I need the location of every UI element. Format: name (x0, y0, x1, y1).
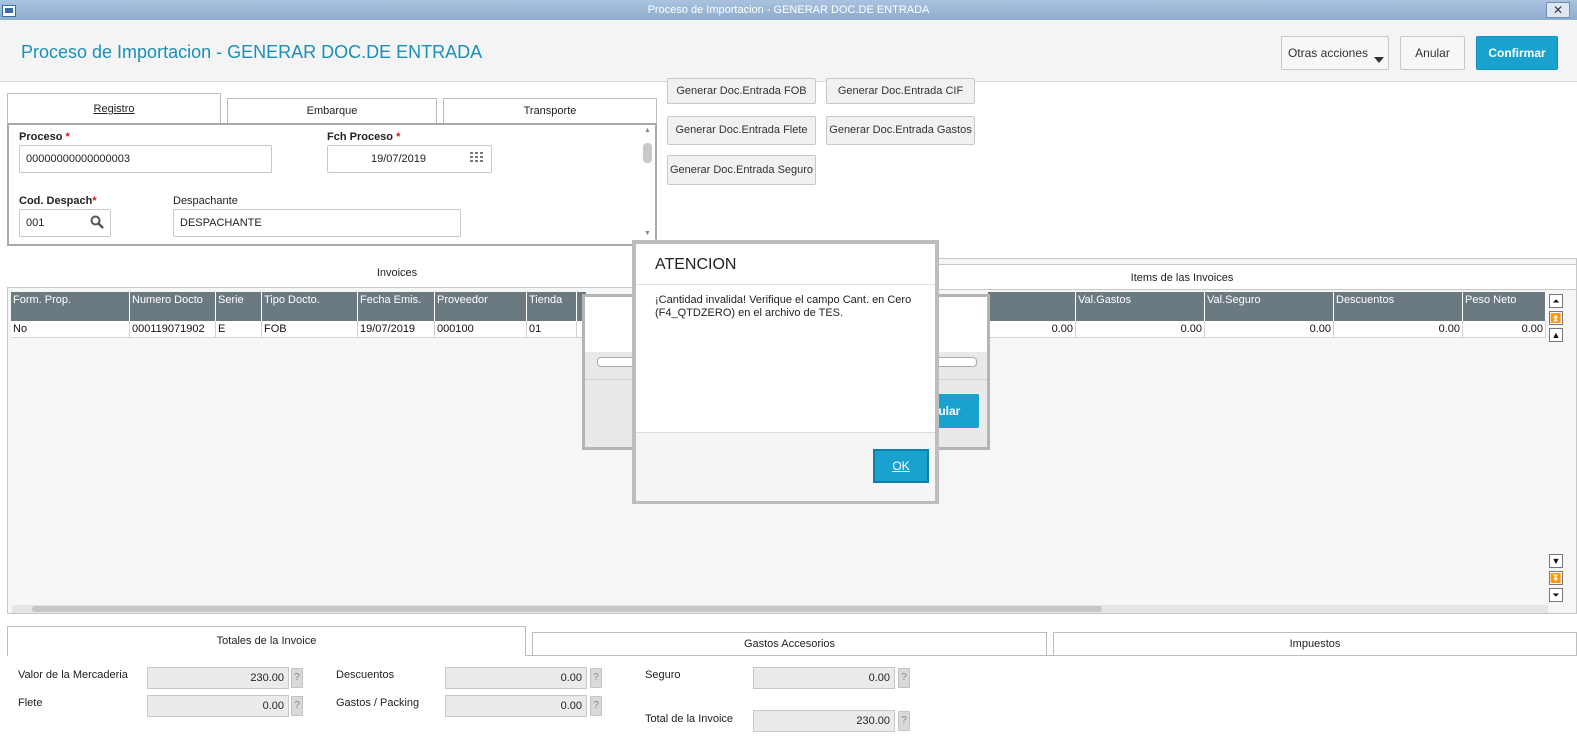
col-proveedor[interactable]: Proveedor (435, 292, 527, 322)
confirm-button[interactable]: Confirmar (1476, 36, 1558, 70)
tab-gastos-accesorios[interactable]: Gastos Accesorios (532, 632, 1047, 656)
col-tipo-docto[interactable]: Tipo Docto. (262, 292, 358, 322)
seguro-label: Seguro (645, 669, 681, 681)
col-serie[interactable]: Serie (216, 292, 262, 322)
cell-peso-neto: 0.00 (1463, 321, 1546, 337)
fch-proceso-field[interactable]: 19/07/2019 (327, 145, 492, 173)
window-titlebar: Proceso de Importacion - GENERAR DOC.DE … (0, 0, 1577, 20)
scroll-up-icon[interactable]: ▲ (1549, 328, 1563, 342)
cell-descuentos: 0.00 (1334, 321, 1463, 337)
col-peso-neto[interactable]: Peso Neto (1463, 292, 1546, 322)
col-descuentos[interactable]: Descuentos (1334, 292, 1463, 322)
app-icon (2, 5, 16, 17)
col-tienda[interactable]: Tienda (527, 292, 577, 322)
descuentos-field[interactable]: 0.00 (445, 667, 587, 689)
valor-mercaderia-label: Valor de la Mercaderia (18, 669, 128, 681)
help-icon[interactable]: ? (590, 696, 602, 716)
scroll-down-icon[interactable]: ▼ (1549, 554, 1563, 568)
generate-seguro-button[interactable]: Generar Doc.Entrada Seguro (667, 155, 816, 185)
help-icon[interactable]: ? (590, 668, 602, 688)
items-grid-header: Val.Gastos Val.Seguro Descuentos Peso Ne… (988, 292, 1546, 322)
search-icon[interactable] (90, 215, 104, 229)
tab-transporte-label: Transporte (523, 105, 577, 117)
despachante-field[interactable]: DESPACHANTE (173, 209, 461, 237)
help-icon[interactable]: ? (291, 696, 303, 716)
col-val-gastos[interactable]: Val.Gastos (1076, 292, 1205, 322)
scroll-page-up-icon[interactable]: ⏫ (1549, 311, 1563, 325)
page-title: Proceso de Importacion - GENERAR DOC.DE … (21, 42, 483, 62)
dialog-title: ATENCION (655, 256, 737, 273)
tab-transporte[interactable]: Transporte (443, 98, 657, 124)
cell-value: 0.00 (988, 321, 1076, 337)
close-icon[interactable]: ✕ (1546, 2, 1570, 18)
tab-registro[interactable]: Registro (7, 93, 221, 125)
help-icon[interactable]: ? (898, 668, 910, 688)
invoices-grid-header: Form. Prop. Numero Docto Serie Tipo Doct… (11, 292, 586, 322)
help-icon[interactable]: ? (291, 668, 303, 688)
horizontal-scrollbar[interactable] (12, 605, 1548, 613)
cancel-button[interactable]: Anular (1400, 36, 1465, 70)
ok-button[interactable]: OK (873, 449, 929, 483)
total-invoice-field[interactable]: 230.00 (753, 710, 895, 732)
flete-field[interactable]: 0.00 (147, 695, 289, 717)
scroll-page-down-icon[interactable]: ⏬ (1549, 571, 1563, 585)
total-invoice-label: Total de la Invoice (645, 713, 734, 725)
help-icon[interactable]: ? (898, 711, 910, 731)
scroll-top-icon[interactable]: ⏶ (1549, 294, 1563, 308)
tab-embarque-label: Embarque (306, 105, 358, 117)
cell-numero-docto: 000119071902 (130, 321, 216, 337)
table-row[interactable]: No 000119071902 E FOB 19/07/2019 000100 … (11, 321, 586, 338)
generate-fob-button[interactable]: Generar Doc.Entrada FOB (667, 78, 816, 104)
col-val-seguro[interactable]: Val.Seguro (1205, 292, 1334, 322)
chevron-down-icon (1374, 57, 1384, 63)
cod-despach-label: Cod. Despach* (19, 195, 97, 207)
generate-gastos-button[interactable]: Generar Doc.Entrada Gastos (826, 116, 975, 145)
panel-scrollbar[interactable]: ▲ ▼ (642, 127, 653, 240)
generate-flete-button[interactable]: Generar Doc.Entrada Flete (667, 116, 816, 145)
cell-fecha-emis: 19/07/2019 (358, 321, 435, 337)
fch-proceso-label: Fch Proceso * (327, 131, 401, 143)
cell-serie: E (216, 321, 262, 337)
other-actions-button[interactable]: Otras acciones (1281, 36, 1389, 70)
cell-val-gastos: 0.00 (1076, 321, 1205, 337)
descuentos-label: Descuentos (336, 669, 395, 681)
tab-divider (526, 655, 1577, 656)
proceso-field[interactable]: 00000000000000003 (19, 145, 272, 173)
tab-impuestos[interactable]: Impuestos (1053, 632, 1577, 656)
cell-form-prop: No (11, 321, 130, 337)
table-row[interactable]: 0.00 0.00 0.00 0.00 0.00 (988, 321, 1546, 338)
tab-embarque[interactable]: Embarque (227, 98, 437, 124)
cell-val-seguro: 0.00 (1205, 321, 1334, 337)
despachante-label: Despachante (173, 195, 238, 207)
tab-registro-label: Registro (93, 103, 135, 115)
window-title: Proceso de Importacion - GENERAR DOC.DE … (647, 4, 930, 16)
seguro-field[interactable]: 0.00 (753, 667, 895, 689)
gastos-packing-label: Gastos / Packing (336, 697, 420, 709)
generate-cif-button[interactable]: Generar Doc.Entrada CIF (826, 78, 975, 104)
col-form-prop[interactable]: Form. Prop. (11, 292, 130, 322)
dialog-message: ¡Cantidad invalida! Verifique el campo C… (655, 294, 912, 319)
gastos-packing-field[interactable]: 0.00 (445, 695, 587, 717)
cell-tienda: 01 (527, 321, 577, 337)
cell-tipo-docto: FOB (262, 321, 358, 337)
col-numero-docto[interactable]: Numero Docto (130, 292, 216, 322)
proceso-label: Proceso * (19, 131, 70, 143)
flete-label: Flete (18, 697, 43, 709)
cell-proveedor: 000100 (435, 321, 527, 337)
other-actions-label: Otras acciones (1287, 46, 1369, 60)
scroll-bottom-icon[interactable]: ⏷ (1549, 588, 1563, 602)
col-fecha-emis[interactable]: Fecha Emis. (358, 292, 435, 322)
valor-mercaderia-field[interactable]: 230.00 (147, 667, 289, 689)
calendar-icon[interactable] (470, 152, 484, 164)
tab-totales[interactable]: Totales de la Invoice (7, 626, 526, 656)
col-hidden (988, 292, 1076, 322)
